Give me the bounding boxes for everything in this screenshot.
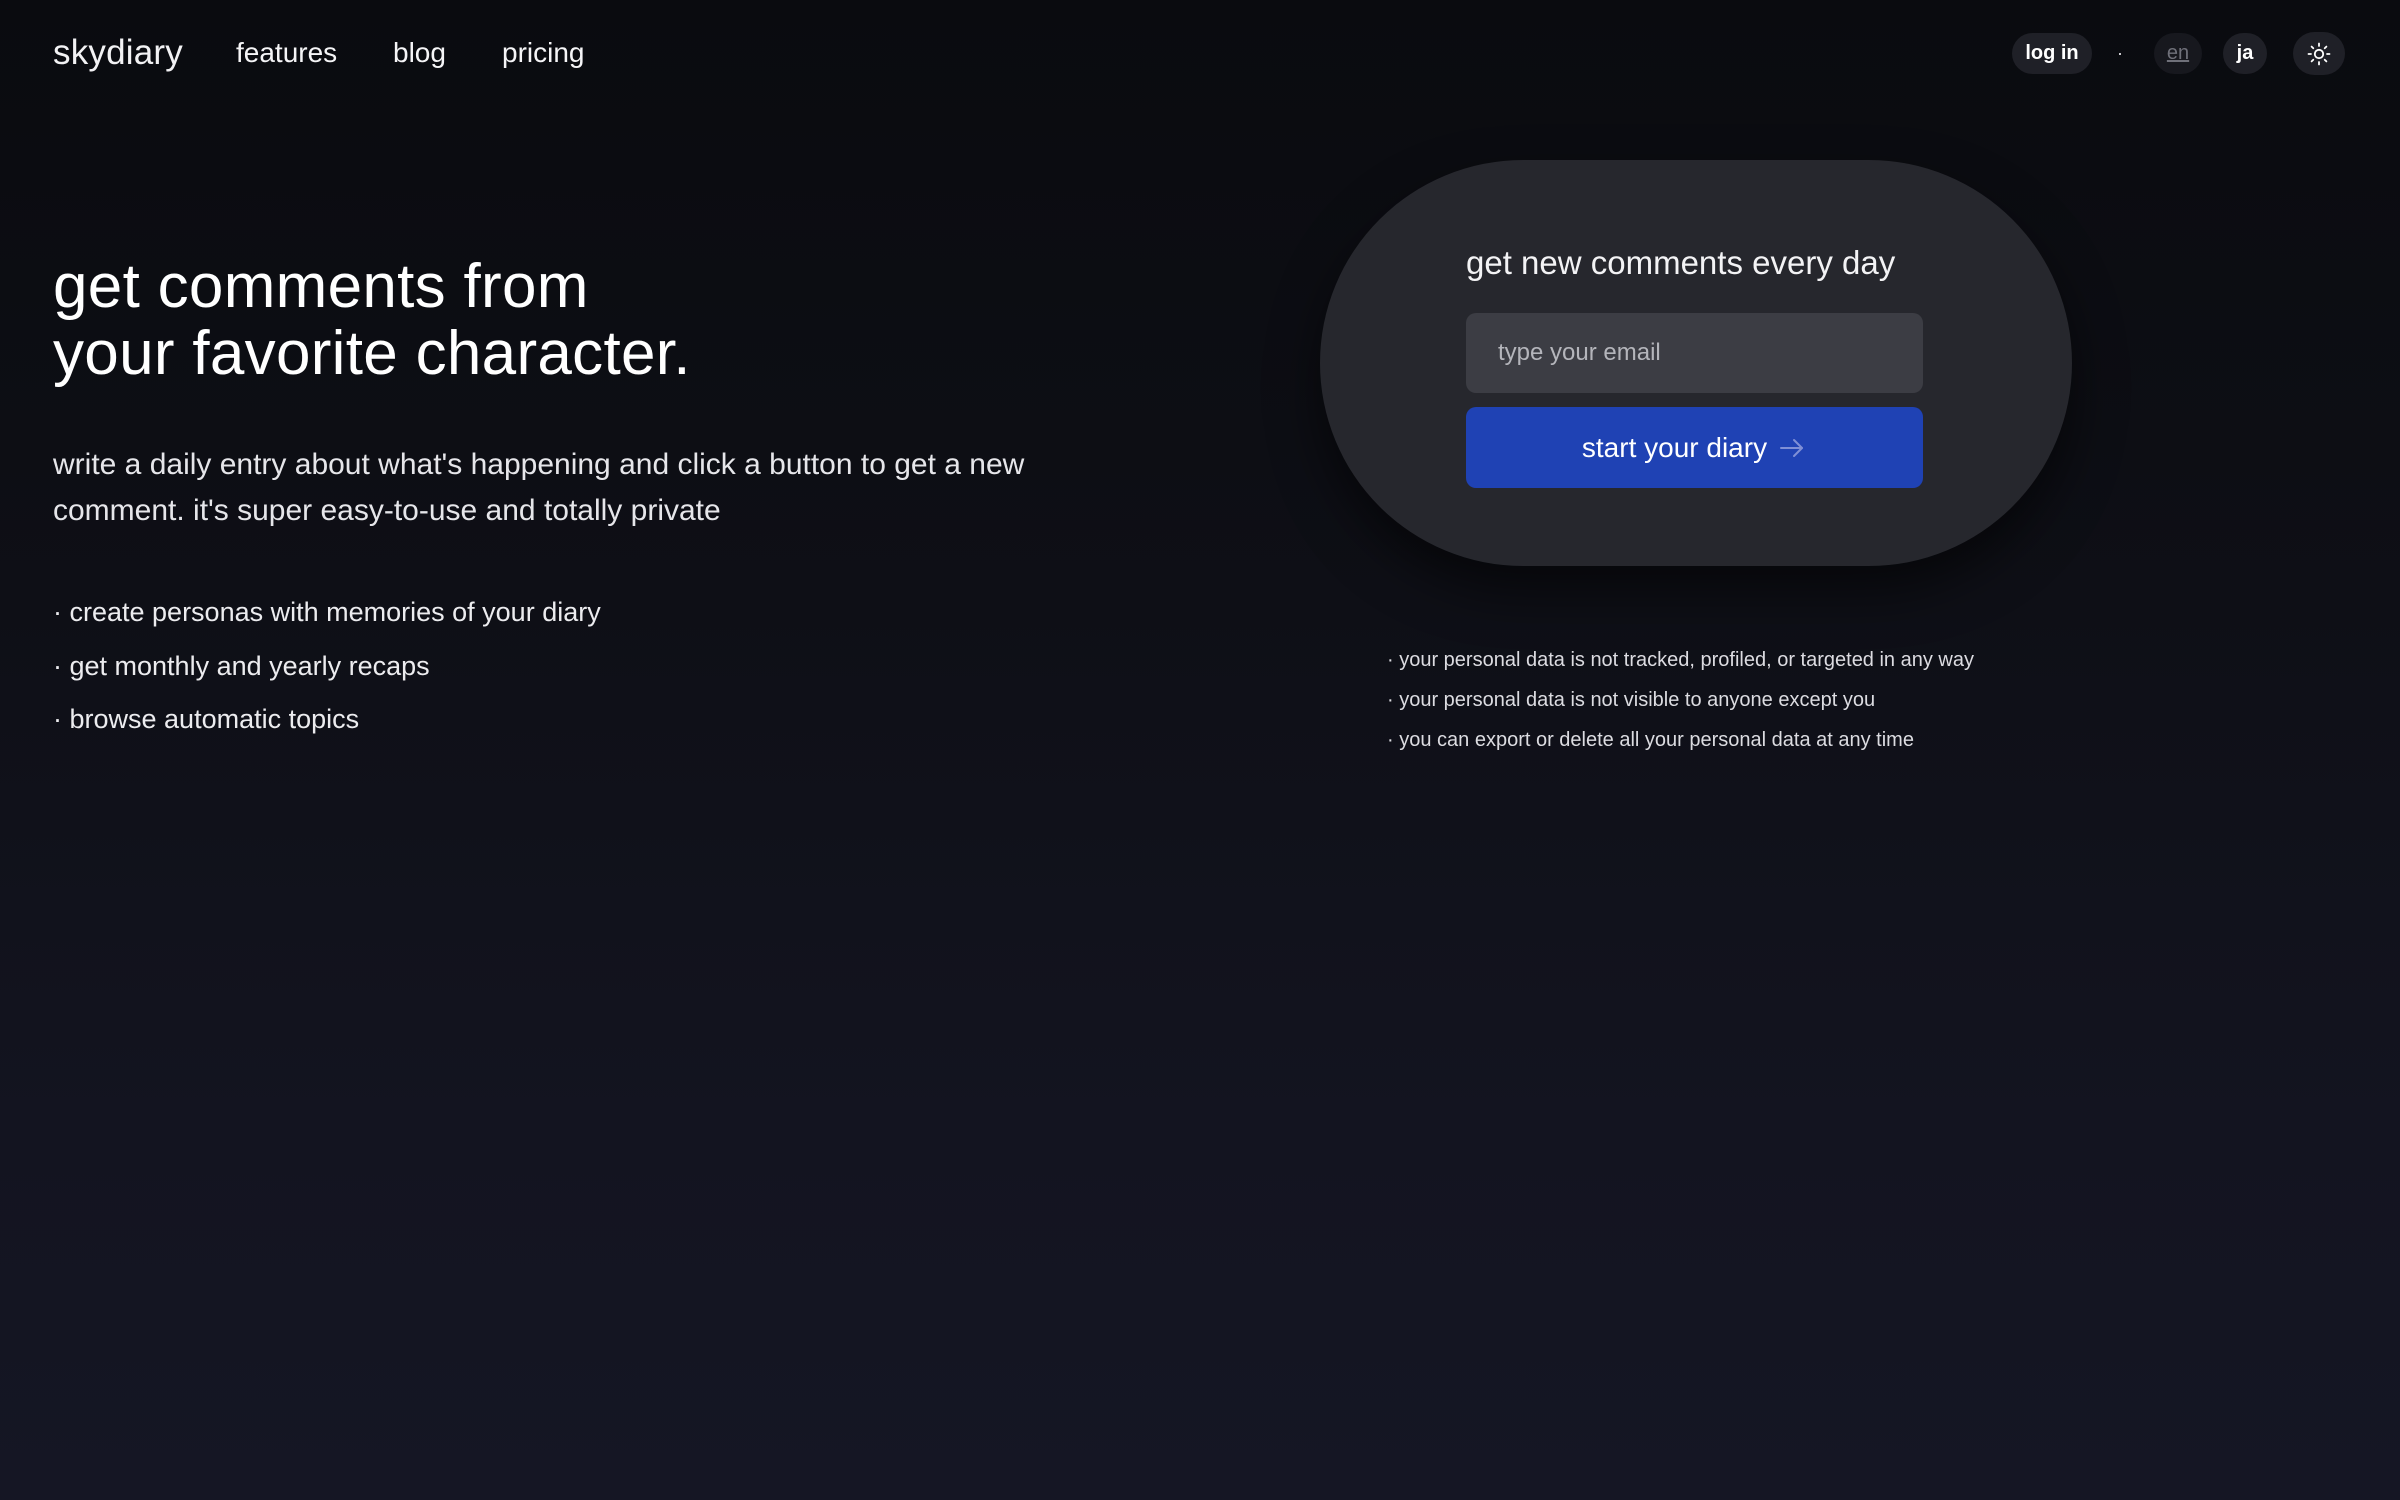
privacy-item-export-delete: · you can export or delete all your pers…	[1387, 729, 1914, 751]
start-diary-button-label: start your diary	[1581, 431, 1768, 463]
feature-item-recaps: · get monthly and yearly recaps	[53, 650, 430, 681]
hero-title: get comments from your favorite characte…	[53, 253, 691, 387]
hero-description: write a daily entry about what's happeni…	[53, 448, 1025, 527]
hero-title-line-1: get comments from	[53, 252, 589, 321]
signup-card-title: get new comments every day	[1466, 244, 1896, 281]
login-button[interactable]: log in	[2012, 33, 2092, 74]
brand-logo-link[interactable]: skydiary	[53, 28, 183, 78]
nav-link-features[interactable]: features	[236, 32, 337, 74]
arrow-right-icon	[1780, 438, 1804, 457]
theme-toggle-button[interactable]	[2293, 32, 2345, 75]
signup-card: get new comments every day start your di…	[1320, 160, 2072, 566]
feature-list: · create personas with memories of your …	[53, 586, 601, 747]
language-en-button[interactable]: en	[2154, 33, 2202, 74]
privacy-item-not-visible: · your personal data is not visible to a…	[1387, 689, 1876, 711]
email-input[interactable]	[1466, 313, 1923, 393]
sun-icon	[2307, 42, 2331, 65]
header-separator: ·	[2117, 43, 2123, 63]
feature-item-personas: · create personas with memories of your …	[53, 597, 601, 627]
nav-link-blog[interactable]: blog	[393, 32, 446, 74]
start-diary-button[interactable]: start your diary	[1466, 407, 1923, 488]
feature-item-topics: · browse automatic topics	[53, 704, 360, 734]
hero-title-line-2: your favorite character.	[53, 319, 691, 388]
language-ja-button[interactable]: ja	[2223, 33, 2267, 74]
privacy-list: · your personal data is not tracked, pro…	[1387, 640, 1974, 760]
nav-link-pricing[interactable]: pricing	[502, 32, 584, 74]
privacy-item-not-tracked: · your personal data is not tracked, pro…	[1387, 649, 1974, 671]
site-header: skydiary features blog pricing log in · …	[0, 0, 2400, 106]
